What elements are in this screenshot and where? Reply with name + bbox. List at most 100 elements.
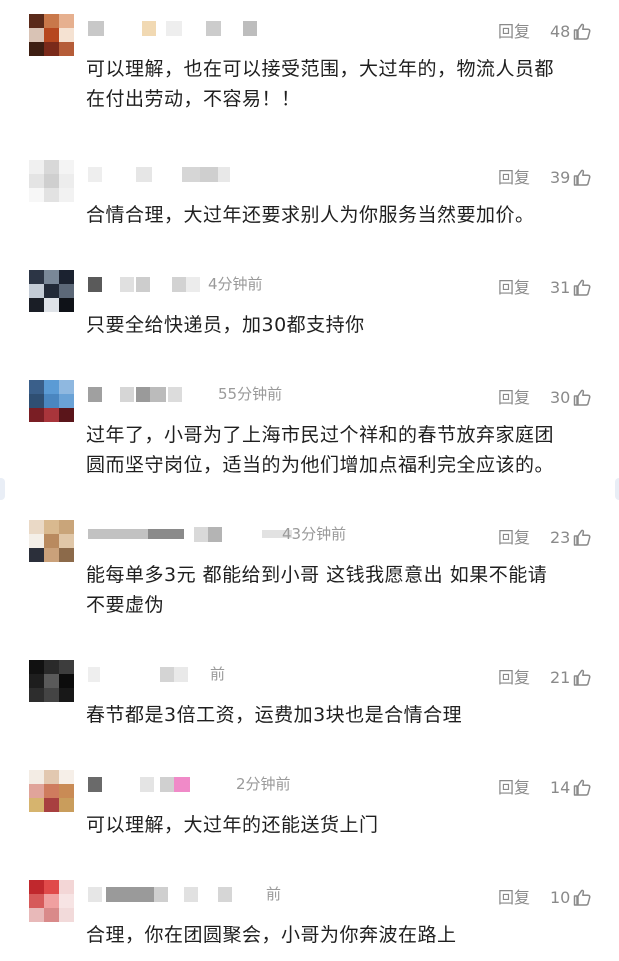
comment-text: 过年了，小哥为了上海市民过个祥和的春节放弃家庭团 圆而坚守岗位，适当的为他们增加… [86, 420, 606, 480]
avatar[interactable] [29, 770, 74, 812]
name-block [182, 166, 200, 182]
like-button[interactable]: 39 [550, 168, 592, 188]
username-pixelated[interactable] [88, 165, 230, 183]
name-block [136, 386, 150, 402]
reply-button[interactable]: 回复 [498, 528, 530, 548]
thumbs-up-icon [574, 889, 591, 906]
reply-button[interactable]: 回复 [498, 168, 530, 188]
avatar[interactable] [29, 380, 74, 422]
reply-button[interactable]: 回复 [498, 278, 530, 298]
avatar-pixel [44, 674, 59, 688]
avatar-pixel [29, 894, 44, 908]
avatar-pixel [44, 380, 59, 394]
avatar-pixel [44, 908, 59, 922]
avatar-pixel [44, 284, 59, 298]
avatar[interactable] [29, 270, 74, 312]
avatar[interactable] [29, 520, 74, 562]
reply-button[interactable]: 回复 [498, 22, 530, 42]
avatar-pixel [29, 298, 44, 312]
like-button[interactable]: 23 [550, 528, 592, 548]
timestamp: 前 [210, 665, 226, 683]
reply-button[interactable]: 回复 [498, 668, 530, 688]
like-count: 30 [550, 388, 571, 407]
avatar-pixel [59, 42, 74, 56]
name-block [88, 529, 148, 539]
comment-item: 回复 48 可以理解，也在可以接受范围，大过年的，物流人员都 在付出劳动，不容易… [0, 0, 619, 140]
comment-text-line: 不要虚伪 [86, 594, 165, 616]
avatar-pixel [29, 520, 44, 534]
avatar-pixel [44, 188, 59, 202]
avatar-pixel [44, 798, 59, 812]
thumbs-up-icon [574, 389, 591, 406]
avatar-pixel [44, 688, 59, 702]
comment-text: 合情合理，大过年还要求别人为你服务当然要加价。 [86, 200, 606, 230]
username-pixelated[interactable] [88, 665, 188, 683]
avatar-pixel [44, 14, 59, 28]
name-block [88, 886, 102, 902]
name-block [186, 276, 200, 292]
like-button[interactable]: 30 [550, 388, 592, 408]
name-block [120, 386, 134, 402]
username-pixelated[interactable] [88, 885, 232, 903]
timestamp: 前 [266, 885, 282, 903]
avatar-pixel [44, 160, 59, 174]
reply-button[interactable]: 回复 [498, 388, 530, 408]
avatar-pixel [59, 14, 74, 28]
like-button[interactable]: 21 [550, 668, 592, 688]
username-pixelated[interactable] [88, 525, 292, 543]
avatar-pixel [59, 880, 74, 894]
timestamp: 43分钟前 [282, 525, 347, 543]
name-block [200, 166, 218, 182]
avatar-pixel [44, 28, 59, 42]
avatar-pixel [29, 270, 44, 284]
thumbs-up-icon [574, 279, 591, 296]
username-pixelated[interactable] [88, 275, 200, 293]
avatar-pixel [59, 798, 74, 812]
comment-text-line: 春节都是3倍工资，运费加3块也是合情合理 [86, 704, 463, 726]
comment-text: 春节都是3倍工资，运费加3块也是合情合理 [86, 700, 606, 730]
avatar-pixel [59, 188, 74, 202]
avatar-pixel [44, 894, 59, 908]
timestamp: 2分钟前 [236, 775, 291, 793]
avatar-pixel [29, 160, 44, 174]
like-button[interactable]: 48 [550, 22, 592, 42]
avatar-pixel [44, 534, 59, 548]
avatar-pixel [59, 770, 74, 784]
avatar-pixel [44, 548, 59, 562]
name-block [120, 276, 134, 292]
comment-text-line: 能每单多3元 都能给到小哥 这钱我愿意出 如果不能请 [86, 564, 548, 586]
avatar[interactable] [29, 14, 74, 56]
like-count: 31 [550, 278, 571, 297]
thumbs-up-icon [574, 529, 591, 546]
edge-scroll-marker [615, 478, 619, 500]
avatar[interactable] [29, 880, 74, 922]
thumbs-up-icon [574, 23, 591, 40]
name-block [88, 386, 102, 402]
thumbs-up-icon [574, 669, 591, 686]
avatar-pixel [59, 380, 74, 394]
avatar-pixel [29, 548, 44, 562]
name-block [88, 166, 102, 182]
avatar-pixel [29, 28, 44, 42]
username-pixelated[interactable] [88, 775, 190, 793]
avatar[interactable] [29, 660, 74, 702]
reply-button[interactable]: 回复 [498, 778, 530, 798]
avatar-pixel [59, 688, 74, 702]
username-pixelated[interactable] [88, 19, 257, 37]
comment-item: 4分钟前 回复 31 只要全给快递员，加30都支持你 [0, 256, 619, 366]
name-block [88, 666, 100, 682]
username-pixelated[interactable] [88, 385, 182, 403]
reply-button[interactable]: 回复 [498, 888, 530, 908]
avatar-pixel [59, 160, 74, 174]
like-button[interactable]: 14 [550, 778, 592, 798]
avatar[interactable] [29, 160, 74, 202]
comment-list: 回复 48 可以理解，也在可以接受范围，大过年的，物流人员都 在付出劳动，不容易… [0, 0, 619, 961]
avatar-pixel [29, 798, 44, 812]
avatar-pixel [29, 14, 44, 28]
comment-text-line: 只要全给快递员，加30都支持你 [86, 314, 365, 336]
timestamp: 4分钟前 [208, 275, 263, 293]
name-block [218, 886, 232, 902]
like-button[interactable]: 10 [550, 888, 592, 908]
avatar-pixel [59, 298, 74, 312]
like-button[interactable]: 31 [550, 278, 592, 298]
